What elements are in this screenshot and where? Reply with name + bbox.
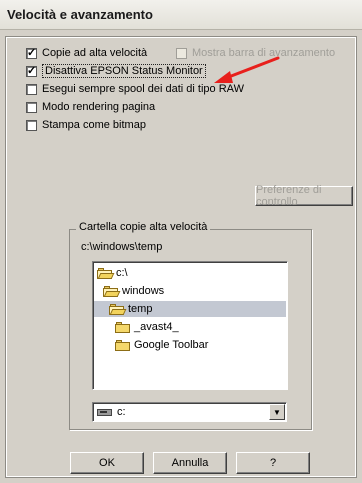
folder-name: c:\ — [116, 267, 128, 279]
chevron-down-icon[interactable]: ▼ — [269, 404, 285, 420]
dialog-window: Velocità e avanzamento Copie ad alta vel… — [0, 0, 362, 483]
page-rendering-label: Modo rendering pagina — [42, 101, 156, 113]
checkbox-box[interactable] — [176, 47, 187, 59]
red-arrow-annotation — [214, 56, 280, 83]
high-speed-copies-checkbox[interactable]: Copie ad alta velocità — [26, 45, 147, 61]
title-bar: Velocità e avanzamento — [0, 0, 362, 30]
cancel-button[interactable]: Annulla — [153, 452, 227, 474]
checkbox-box[interactable] — [26, 119, 37, 131]
folder-item-windows[interactable]: windows — [103, 283, 283, 299]
checkbox-box[interactable] — [26, 83, 37, 95]
folder-item-root[interactable]: c:\ — [97, 265, 283, 281]
help-button[interactable]: ? — [236, 452, 310, 474]
folder-icon — [115, 321, 131, 333]
folder-item-avast[interactable]: _avast4_ — [115, 319, 283, 335]
folder-name: Google Toolbar — [134, 339, 209, 351]
drive-value: c: — [117, 406, 126, 418]
print-as-bitmap-checkbox[interactable]: Stampa come bitmap — [26, 117, 146, 133]
cancel-button-label: Annulla — [171, 457, 209, 469]
drive-select[interactable]: c: ▼ — [92, 402, 287, 422]
print-as-bitmap-label: Stampa come bitmap — [42, 119, 146, 131]
high-speed-copies-label: Copie ad alta velocità — [42, 47, 148, 59]
ok-button[interactable]: OK — [70, 452, 144, 474]
folder-list[interactable]: c:\ windows temp _avast4_ Google Toolbar — [92, 261, 288, 390]
folder-name: temp — [128, 303, 153, 315]
control-preferences-button[interactable]: Preferenze di controllo — [255, 184, 353, 208]
disable-status-monitor-label: Disattiva EPSON Status Monitor — [42, 64, 206, 78]
folder-item-temp[interactable]: temp — [94, 301, 286, 317]
open-folder-icon — [103, 285, 121, 297]
help-button-label: ? — [269, 457, 277, 469]
window-title: Velocità e avanzamento — [7, 7, 153, 22]
folder-name: _avast4_ — [134, 321, 179, 333]
page-rendering-checkbox[interactable]: Modo rendering pagina — [26, 99, 155, 115]
group-title: Cartella copie alta velocità — [76, 221, 211, 233]
checkbox-box[interactable] — [26, 46, 37, 59]
checkbox-box[interactable] — [26, 101, 37, 113]
folder-path-text: c:\windows\temp — [81, 241, 163, 253]
folder-item-google-toolbar[interactable]: Google Toolbar — [115, 337, 283, 353]
open-folder-icon — [109, 303, 127, 315]
folder-icon — [115, 339, 131, 351]
checkbox-box[interactable] — [26, 64, 37, 77]
folder-name: windows — [122, 285, 165, 297]
ok-button-label: OK — [99, 457, 115, 469]
open-folder-icon — [97, 267, 115, 279]
hard-drive-icon — [97, 409, 112, 416]
disable-status-monitor-checkbox[interactable]: Disattiva EPSON Status Monitor — [26, 63, 206, 79]
